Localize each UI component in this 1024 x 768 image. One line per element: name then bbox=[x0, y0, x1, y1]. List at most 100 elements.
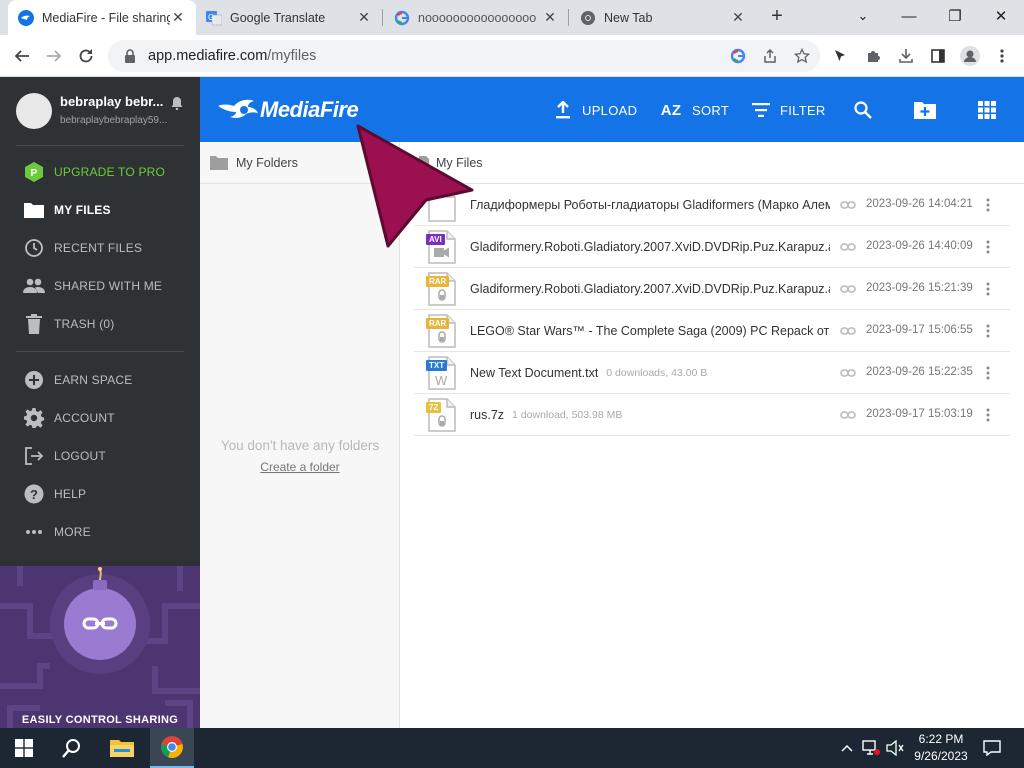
file-name[interactable]: Gladiformery.Roboti.Gladiatory.2007.XviD… bbox=[470, 240, 830, 254]
link-icon[interactable] bbox=[840, 281, 856, 297]
more-options-icon[interactable] bbox=[981, 405, 995, 425]
more-options-icon[interactable] bbox=[981, 237, 995, 257]
file-row[interactable]: W TXT New Text Document.txt 0 downloads,… bbox=[414, 352, 1010, 394]
forward-button[interactable] bbox=[40, 42, 68, 70]
sidebar-item-label: TRASH (0) bbox=[54, 317, 115, 331]
grid-view-button[interactable] bbox=[976, 99, 1006, 121]
notifications-icon[interactable] bbox=[980, 728, 1004, 768]
tab-mediafire[interactable]: MediaFire - File sharing ✕ bbox=[8, 0, 196, 35]
maximize-button[interactable]: ❐ bbox=[940, 4, 970, 28]
reload-icon bbox=[79, 49, 93, 63]
link-icon[interactable] bbox=[840, 407, 856, 423]
close-window-button[interactable]: ✕ bbox=[986, 4, 1016, 28]
clock-time[interactable]: 6:22 PM bbox=[906, 732, 976, 746]
sort-button[interactable]: AZ SORT bbox=[658, 99, 729, 121]
tab-search-chevron-icon[interactable]: ⌄ bbox=[848, 4, 878, 28]
file-row[interactable]: RAR LEGO® Star Wars™ - The Complete Saga… bbox=[414, 310, 1010, 352]
sidebar-item-my-files[interactable]: MY FILES bbox=[0, 191, 200, 229]
new-tab-button[interactable]: + bbox=[766, 6, 788, 28]
sidebar-item-help[interactable]: ? HELP bbox=[0, 475, 200, 513]
share-icon[interactable] bbox=[760, 46, 780, 66]
back-button[interactable] bbox=[8, 42, 36, 70]
tray-chevron-icon[interactable] bbox=[838, 728, 856, 768]
sidebar-item-recent-files[interactable]: RECENT FILES bbox=[0, 229, 200, 267]
back-arrow-icon bbox=[14, 50, 29, 62]
file-meta: 0 downloads, 43.00 B bbox=[606, 366, 708, 379]
more-options-icon[interactable] bbox=[981, 321, 995, 341]
close-tab-icon[interactable]: ✕ bbox=[356, 9, 372, 26]
close-tab-icon[interactable]: ✕ bbox=[730, 9, 746, 26]
upload-button[interactable]: UPLOAD bbox=[552, 99, 637, 121]
promo-banner[interactable] bbox=[0, 566, 200, 728]
create-folder-link[interactable]: Create a folder bbox=[200, 460, 400, 474]
tab-new-tab[interactable]: New Tab ✕ bbox=[570, 0, 756, 35]
sidebar-item-label: HELP bbox=[54, 487, 87, 501]
more-dots-icon bbox=[23, 521, 45, 543]
extensions-puzzle-icon[interactable] bbox=[864, 46, 884, 66]
clock-date[interactable]: 9/26/2023 bbox=[906, 749, 976, 763]
sidebar-item-account[interactable]: ACCOUNT bbox=[0, 399, 200, 437]
tab-google-translate[interactable]: G Google Translate ✕ bbox=[196, 0, 382, 35]
file-date: 2023-09-17 15:03:19 bbox=[866, 408, 973, 420]
network-icon[interactable] bbox=[860, 728, 882, 768]
sidebar-item-logout[interactable]: LOGOUT bbox=[0, 437, 200, 475]
filter-icon bbox=[750, 99, 772, 121]
plus-circle-icon bbox=[23, 369, 45, 391]
lock-icon bbox=[125, 49, 135, 63]
minimize-button[interactable]: — bbox=[894, 4, 924, 28]
sidebar-item-upgrade[interactable]: P UPGRADE TO PRO bbox=[0, 153, 200, 191]
mediafire-logo[interactable]: MediaFire bbox=[218, 94, 359, 126]
user-email: bebraplaybebraplay59... bbox=[60, 115, 168, 126]
promo-title: EASILY CONTROL SHARING bbox=[21, 714, 179, 726]
tab-divider bbox=[382, 9, 383, 26]
side-panel-icon[interactable] bbox=[928, 46, 948, 66]
volume-icon[interactable] bbox=[884, 728, 906, 768]
more-options-icon[interactable] bbox=[981, 195, 995, 215]
search-button[interactable] bbox=[852, 99, 882, 121]
file-name[interactable]: rus.7z bbox=[470, 408, 504, 422]
close-tab-icon[interactable]: ✕ bbox=[542, 9, 558, 26]
more-options-icon[interactable] bbox=[981, 363, 995, 383]
help-icon: ? bbox=[23, 483, 45, 505]
bell-icon[interactable] bbox=[170, 96, 184, 110]
file-name[interactable]: New Text Document.txt bbox=[470, 366, 598, 380]
tab-google-search[interactable]: noooooooooooooooo ✕ bbox=[384, 0, 568, 35]
avatar[interactable] bbox=[16, 93, 52, 129]
file-row[interactable]: 7Z rus.7z 1 download, 503.98 MB 2023-09-… bbox=[414, 394, 1010, 436]
file-name[interactable]: Gladiformery.Roboti.Gladiatory.2007.XviD… bbox=[470, 282, 830, 296]
chrome-menu-icon[interactable] bbox=[992, 46, 1012, 66]
file-row[interactable]: Гладиформеры Роботы-гладиаторы Gladiform… bbox=[414, 184, 1010, 226]
sidebar-item-earn-space[interactable]: EARN SPACE bbox=[0, 361, 200, 399]
taskbar-search-button[interactable] bbox=[56, 728, 88, 768]
file-explorer-button[interactable] bbox=[104, 728, 140, 768]
close-tab-icon[interactable]: ✕ bbox=[170, 9, 186, 26]
url-path: /myfiles bbox=[267, 48, 317, 64]
link-icon[interactable] bbox=[840, 323, 856, 339]
new-folder-button[interactable] bbox=[914, 99, 944, 121]
chrome-taskbar-button[interactable] bbox=[150, 728, 194, 768]
file-row[interactable]: AVI Gladiformery.Roboti.Gladiatory.2007.… bbox=[414, 226, 1010, 268]
address-bar[interactable]: app.mediafire.com/myfiles bbox=[108, 40, 820, 72]
google-translate-page-icon[interactable] bbox=[728, 46, 748, 66]
file-name[interactable]: Гладиформеры Роботы-гладиаторы Gladiform… bbox=[470, 198, 830, 212]
link-icon[interactable] bbox=[840, 197, 856, 213]
tab-title: noooooooooooooooo bbox=[418, 10, 537, 25]
link-icon[interactable] bbox=[840, 239, 856, 255]
svg-text:?: ? bbox=[30, 487, 38, 502]
profile-avatar-icon[interactable] bbox=[960, 46, 980, 66]
mediafire-logo-icon bbox=[218, 99, 258, 118]
reload-button[interactable] bbox=[72, 42, 100, 70]
link-icon[interactable] bbox=[840, 365, 856, 381]
more-options-icon[interactable] bbox=[981, 279, 995, 299]
user-profile[interactable]: bebraplay bebr... bebraplaybebraplay59..… bbox=[0, 77, 200, 145]
downloads-icon[interactable] bbox=[896, 46, 916, 66]
sidebar-item-trash[interactable]: TRASH (0) bbox=[0, 305, 200, 343]
cursor-extension-icon[interactable] bbox=[830, 46, 850, 66]
bookmark-star-icon[interactable] bbox=[792, 46, 812, 66]
sidebar-item-more[interactable]: MORE bbox=[0, 513, 200, 551]
filter-button[interactable]: FILTER bbox=[750, 99, 826, 121]
sidebar-item-shared-with-me[interactable]: SHARED WITH ME bbox=[0, 267, 200, 305]
windows-start-button[interactable] bbox=[8, 728, 40, 768]
file-name[interactable]: LEGO® Star Wars™ - The Complete Saga (20… bbox=[470, 324, 830, 338]
file-row[interactable]: RAR Gladiformery.Roboti.Gladiatory.2007.… bbox=[414, 268, 1010, 310]
